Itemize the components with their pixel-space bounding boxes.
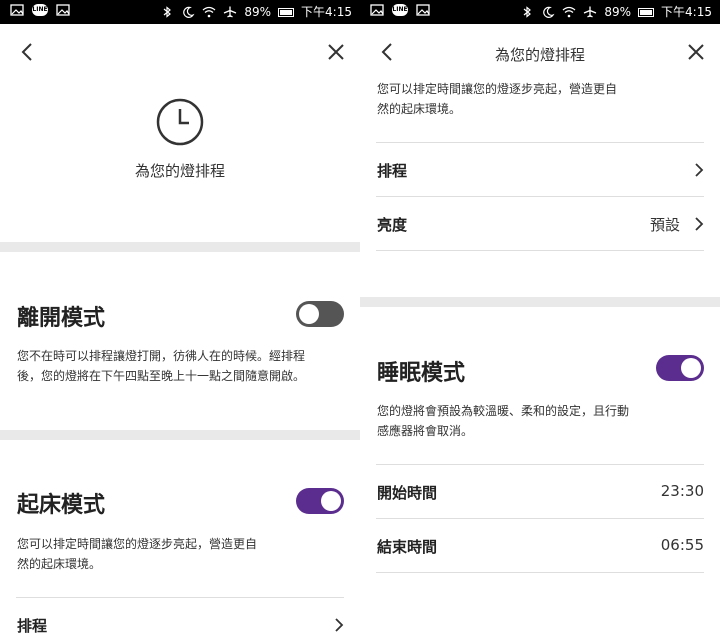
line-app-icon: LINE — [392, 4, 408, 16]
divider — [376, 250, 704, 251]
brightness-row-label[interactable]: 亮度 — [377, 214, 407, 235]
away-mode-title: 離開模式 — [17, 306, 106, 331]
away-mode-desc-line2: 後，您的燈將在下午四點至晚上十一點之間隨意開啟。 — [17, 369, 306, 383]
back-arrow-icon[interactable] — [16, 40, 40, 64]
section-separator — [360, 297, 720, 307]
divider — [376, 196, 704, 197]
wake-intro-line2: 然的起床環境。 — [377, 102, 462, 116]
status-bar: LINE 89% 下午4:15 — [360, 0, 720, 24]
chevron-right-icon[interactable] — [333, 618, 345, 632]
away-mode-description: 您不在時可以排程讓燈打開，彷彿人在的時候。經排程 後，您的燈將在下午四點至晚上十… — [17, 346, 337, 386]
wake-mode-desc-line1: 您可以排定時間讓您的燈逐步亮起，營造更自 — [17, 537, 258, 551]
left-screen: LINE 89% 下午4:15 為您的燈排程 離開模式 您不在時可以排程讓燈打開… — [0, 0, 360, 640]
image-icon — [416, 4, 430, 16]
sleep-mode-desc-line2: 感應器將會取消。 — [377, 424, 474, 438]
sleep-mode-desc-line1: 您的燈將會預設為較溫暖、柔和的設定，且行動 — [377, 404, 630, 418]
airplane-icon — [584, 6, 597, 18]
sleep-mode-title: 睡眠模式 — [377, 361, 466, 386]
away-mode-desc-line1: 您不在時可以排程讓燈打開，彷彿人在的時候。經排程 — [17, 349, 306, 363]
wake-mode-title: 起床模式 — [17, 493, 106, 518]
brightness-value[interactable]: 預設 — [650, 214, 680, 235]
clock-time: 下午4:15 — [301, 5, 352, 19]
airplane-icon — [224, 6, 237, 18]
end-time-label[interactable]: 結束時間 — [377, 536, 437, 557]
right-screen: LINE 89% 下午4:15 為您的燈排程 您可以排定時間讓您的燈逐步亮起，營… — [360, 0, 720, 640]
chevron-right-icon[interactable] — [693, 163, 705, 177]
wake-mode-desc-line2: 然的起床環境。 — [17, 557, 102, 571]
divider — [376, 142, 704, 143]
bluetooth-icon — [523, 6, 532, 18]
close-icon[interactable] — [324, 40, 348, 64]
close-icon[interactable] — [684, 40, 708, 64]
do-not-disturb-icon — [183, 6, 195, 18]
sleep-mode-description: 您的燈將會預設為較溫暖、柔和的設定，且行動 感應器將會取消。 — [377, 401, 697, 441]
do-not-disturb-icon — [543, 6, 555, 18]
header-title: 為您的燈排程 — [494, 46, 585, 64]
divider — [16, 597, 344, 598]
divider — [376, 572, 704, 573]
divider — [376, 518, 704, 519]
status-bar: LINE 89% 下午4:15 — [0, 0, 360, 24]
chevron-right-icon[interactable] — [693, 217, 705, 231]
end-time-value[interactable]: 06:55 — [661, 536, 704, 554]
wake-mode-intro: 您可以排定時間讓您的燈逐步亮起，營造更自 然的起床環境。 — [377, 79, 697, 119]
schedule-row-label[interactable]: 排程 — [377, 160, 407, 181]
section-separator — [0, 430, 360, 440]
wake-mode-toggle[interactable] — [296, 488, 344, 514]
sleep-mode-toggle[interactable] — [656, 355, 704, 381]
battery-icon — [278, 7, 295, 17]
image-icon — [370, 4, 384, 16]
start-time-value[interactable]: 23:30 — [661, 482, 704, 500]
divider — [376, 464, 704, 465]
battery-percent: 89% — [604, 5, 632, 19]
wifi-icon — [562, 6, 576, 18]
wake-mode-description: 您可以排定時間讓您的燈逐步亮起，營造更自 然的起床環境。 — [17, 534, 337, 574]
image-icon — [10, 4, 24, 16]
line-app-icon: LINE — [32, 4, 48, 16]
battery-percent: 89% — [244, 5, 272, 19]
schedule-row-label[interactable]: 排程 — [17, 615, 47, 636]
section-separator — [0, 242, 360, 252]
battery-icon — [638, 7, 655, 17]
wake-intro-line1: 您可以排定時間讓您的燈逐步亮起，營造更自 — [377, 82, 618, 96]
bluetooth-icon — [163, 6, 172, 18]
wifi-icon — [202, 6, 216, 18]
image-icon — [56, 4, 70, 16]
start-time-label[interactable]: 開始時間 — [377, 482, 437, 503]
away-mode-toggle[interactable] — [296, 301, 344, 327]
clock-time: 下午4:15 — [661, 5, 712, 19]
hero-title: 為您的燈排程 — [134, 162, 225, 180]
clock-icon — [156, 98, 204, 146]
